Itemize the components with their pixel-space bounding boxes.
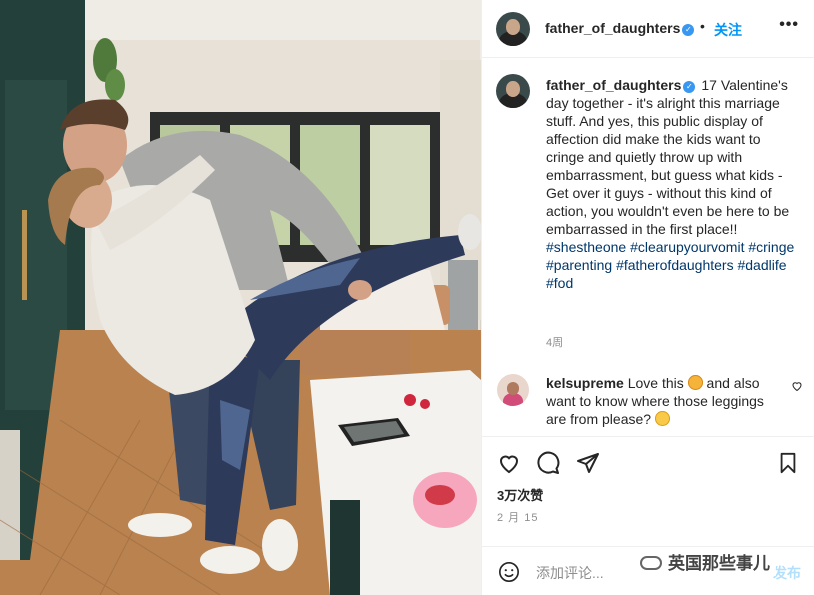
more-options-icon[interactable]: •••	[779, 16, 799, 34]
hashtag[interactable]: #shestheone	[546, 239, 626, 255]
verified-badge-icon: ✓	[682, 24, 695, 36]
wechat-logo-icon	[640, 556, 662, 570]
hashtag[interactable]: #clearupyourvomit	[630, 239, 744, 255]
add-comment-input[interactable]: 添加评论...	[536, 563, 604, 583]
caption-text: father_of_daughters ✓ 17 Valentine's day t…	[546, 76, 796, 292]
post-header: father_of_daughters ✓ • 关注 •••	[482, 0, 814, 58]
post-photo[interactable]	[0, 0, 481, 595]
share-icon[interactable]	[576, 451, 600, 475]
photo-illustration	[0, 0, 481, 595]
hashtag[interactable]: #parenting	[546, 257, 612, 273]
caption-body: Valentine's day together - it's alright …	[546, 77, 790, 237]
commenter-avatar[interactable]	[497, 374, 529, 406]
verified-badge-icon: ✓	[683, 81, 696, 93]
caption-time: 4周	[546, 337, 564, 349]
heart-icon[interactable]	[496, 451, 522, 475]
separator-dot: •	[700, 18, 705, 34]
caption-author-username[interactable]: father_of_daughters ✓	[546, 77, 696, 93]
author-avatar[interactable]	[496, 12, 530, 46]
like-comment-heart-icon[interactable]	[791, 380, 803, 392]
commenter-username[interactable]: kelsupreme	[546, 375, 624, 391]
hashtag[interactable]: #fod	[546, 275, 573, 291]
caption-author-avatar[interactable]	[496, 74, 530, 108]
caption-count: 17	[701, 77, 717, 93]
comment-text: kelsupreme Love this and also want to kn…	[546, 375, 764, 427]
watermark: 英国那些事儿	[634, 547, 776, 576]
heart-eyes-emoji-icon	[687, 375, 703, 390]
emoji-picker-icon[interactable]	[498, 561, 520, 583]
grinning-emoji-icon	[654, 411, 670, 426]
post-date: 2 月 15	[497, 512, 539, 524]
follow-button[interactable]: 关注	[714, 20, 742, 40]
post-sidebar: father_of_daughters ✓ • 关注 ••• father_of_…	[481, 0, 814, 595]
bookmark-icon[interactable]	[777, 451, 799, 475]
post-comment-button[interactable]: 发布	[773, 563, 801, 583]
author-username[interactable]: father_of_daughters ✓	[545, 20, 695, 36]
hashtag[interactable]: #dadlife	[737, 257, 786, 273]
action-bar: 3万次赞 2 月 15	[482, 436, 814, 544]
like-count[interactable]: 3万次赞	[497, 485, 543, 504]
comment-icon[interactable]	[536, 451, 560, 475]
hashtag[interactable]: #fatherofdaughters	[616, 257, 734, 273]
hashtag[interactable]: #cringe	[748, 239, 794, 255]
